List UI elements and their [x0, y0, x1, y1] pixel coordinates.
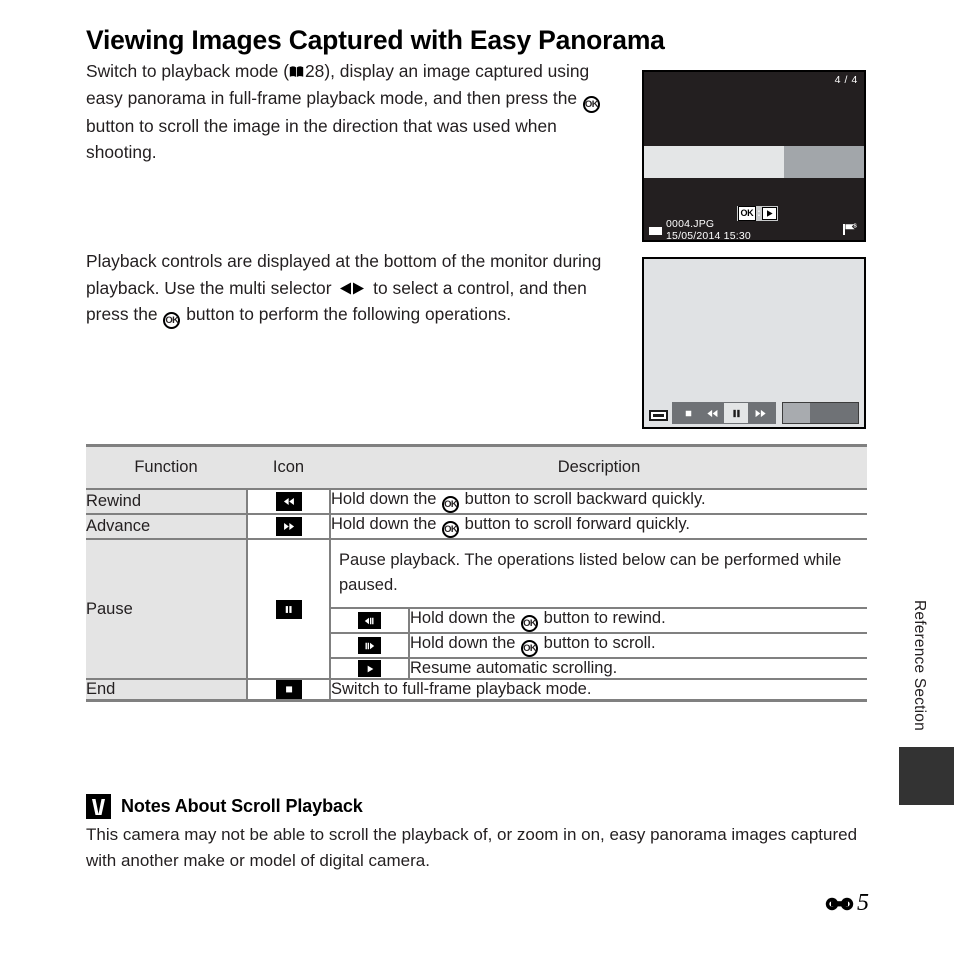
ok-button-icon: OK — [521, 640, 539, 657]
intro-text-a: Switch to playback mode ( — [86, 61, 289, 81]
sub-desc-a: Hold down the — [410, 634, 521, 652]
row-description-rewind: Hold down the OK button to scroll backwa… — [331, 490, 867, 513]
ok-button-icon: OK — [442, 496, 460, 513]
control-rewind-button[interactable] — [700, 403, 724, 423]
row-icon-cell — [248, 680, 329, 700]
scroll-position-thumb[interactable] — [783, 403, 810, 423]
sub-description: Resume automatic scrolling. — [410, 659, 618, 677]
control-advance-button[interactable] — [748, 403, 772, 423]
sub-icon-cell — [331, 609, 408, 632]
page-number: 5 — [857, 890, 869, 916]
header-description: Description — [331, 447, 867, 488]
desc-text-b: button to scroll forward quickly. — [460, 515, 690, 533]
ok-button-icon: OK — [163, 312, 181, 329]
row-icon-cell — [248, 490, 329, 513]
row-description-advance: Hold down the OK button to scroll forwar… — [331, 515, 867, 538]
multi-selector-left-right-icon — [338, 277, 366, 294]
table-bottom-border — [86, 699, 867, 703]
caution-checkmark-icon — [86, 794, 111, 819]
playback-controls-table: Function Icon Description Rewind Hold do… — [86, 444, 867, 703]
sub-description: Hold down the OK button to rewind. — [410, 609, 867, 632]
notes-body: This camera may not be able to scroll th… — [86, 825, 858, 870]
frame-rewind-icon — [358, 612, 381, 630]
table-header-row: Function Icon Description — [86, 447, 867, 488]
desc-text-b: button to scroll backward quickly. — [460, 490, 706, 508]
playback-controls-paragraph: Playback controls are displayed at the b… — [86, 248, 622, 329]
table-row: Pause Pause playback. The operations lis… — [86, 540, 867, 678]
row-function-end: End — [86, 680, 246, 700]
play-icon — [762, 207, 778, 220]
sub-description: Hold down the OK button to scroll. — [410, 634, 867, 657]
row-function-rewind: Rewind — [86, 490, 246, 513]
ok-button-icon: OK — [582, 95, 600, 113]
table-row: Advance Hold down the OK button to scrol… — [86, 515, 867, 538]
svg-text:S: S — [853, 223, 857, 229]
frame-counter: 4 / 4 — [834, 74, 858, 86]
playback-control-bar[interactable] — [672, 402, 776, 424]
ok-button-icon: OK — [442, 521, 460, 538]
panorama-image-strip — [644, 146, 864, 178]
sub-row: Resume automatic scrolling. — [331, 659, 867, 678]
ok-button-icon: OK — [521, 615, 539, 632]
desc-text-a: Hold down the — [331, 490, 442, 508]
ok-badge-colon: : — [757, 208, 761, 219]
row-function-advance: Advance — [86, 515, 246, 538]
pause-icon — [275, 599, 302, 619]
control-stop-button[interactable] — [676, 403, 700, 423]
playback-text-c: button to perform the following operatio… — [181, 304, 512, 324]
row-description-end: Switch to full-frame playback mode. — [331, 680, 867, 700]
panorama-light-region — [644, 146, 784, 178]
camera-monitor-scrollplayback — [642, 257, 866, 429]
play-icon — [358, 660, 381, 678]
row-description-pause: Pause playback. The operations listed be… — [331, 540, 867, 678]
book-icon — [289, 59, 304, 77]
memory-card-icon — [649, 410, 668, 421]
intro-text-b: button to scroll the image in the direct… — [86, 115, 557, 163]
sub-icon-cell — [331, 634, 408, 657]
row-icon-cell — [248, 515, 329, 538]
stop-icon — [275, 680, 302, 700]
row-function-pause: Pause — [86, 540, 246, 678]
battery-icon — [649, 227, 662, 235]
sub-row: Hold down the OK button to scroll. — [331, 634, 867, 657]
sub-row: Hold down the OK button to rewind. — [331, 609, 867, 632]
page-footer: 5 — [825, 890, 869, 917]
row-icon-cell — [248, 540, 329, 678]
reference-section-icon — [825, 895, 855, 912]
scroll-position-track[interactable] — [782, 402, 859, 424]
section-thumb-tab — [899, 747, 954, 805]
sub-desc-b: button to scroll. — [539, 634, 656, 652]
table-row: Rewind Hold down the OK button to scroll… — [86, 490, 867, 513]
sub-icon-cell — [331, 659, 408, 678]
rewind-icon — [275, 492, 302, 512]
pause-suboperations-table: Hold down the OK button to rewind. Hold … — [331, 609, 867, 678]
page-title: Viewing Images Captured with Easy Panora… — [86, 25, 665, 55]
header-icon: Icon — [248, 447, 329, 488]
frame-advance-icon — [358, 637, 381, 655]
file-info: 0004.JPG 15/05/2014 15:30 — [666, 218, 751, 242]
file-date: 15/05/2014 15:30 — [666, 229, 751, 242]
sub-desc-a: Hold down the — [410, 609, 521, 627]
notes-title: Notes About Scroll Playback — [121, 796, 363, 816]
sub-desc-b: button to rewind. — [539, 609, 666, 627]
control-pause-button[interactable] — [724, 403, 748, 423]
intro-paragraph: Switch to playback mode (28), display an… — [86, 58, 614, 166]
header-function: Function — [86, 447, 246, 488]
desc-text-a: Hold down the — [331, 515, 442, 533]
camera-monitor-fullframe: 4 / 4 OK : 0004.JPG 15/05/2014 15:30 S — [642, 70, 866, 242]
table-row: End Switch to full-frame playback mode. — [86, 680, 867, 700]
advance-icon — [275, 517, 302, 537]
panorama-dark-region — [783, 146, 864, 178]
file-name: 0004.JPG — [666, 218, 715, 230]
pause-description-main: Pause playback. The operations listed be… — [339, 551, 842, 594]
easy-panorama-mode-icon: S — [841, 221, 859, 237]
section-side-label: Reference Section — [911, 600, 928, 731]
notes-heading: Notes About Scroll Playback — [86, 794, 363, 819]
